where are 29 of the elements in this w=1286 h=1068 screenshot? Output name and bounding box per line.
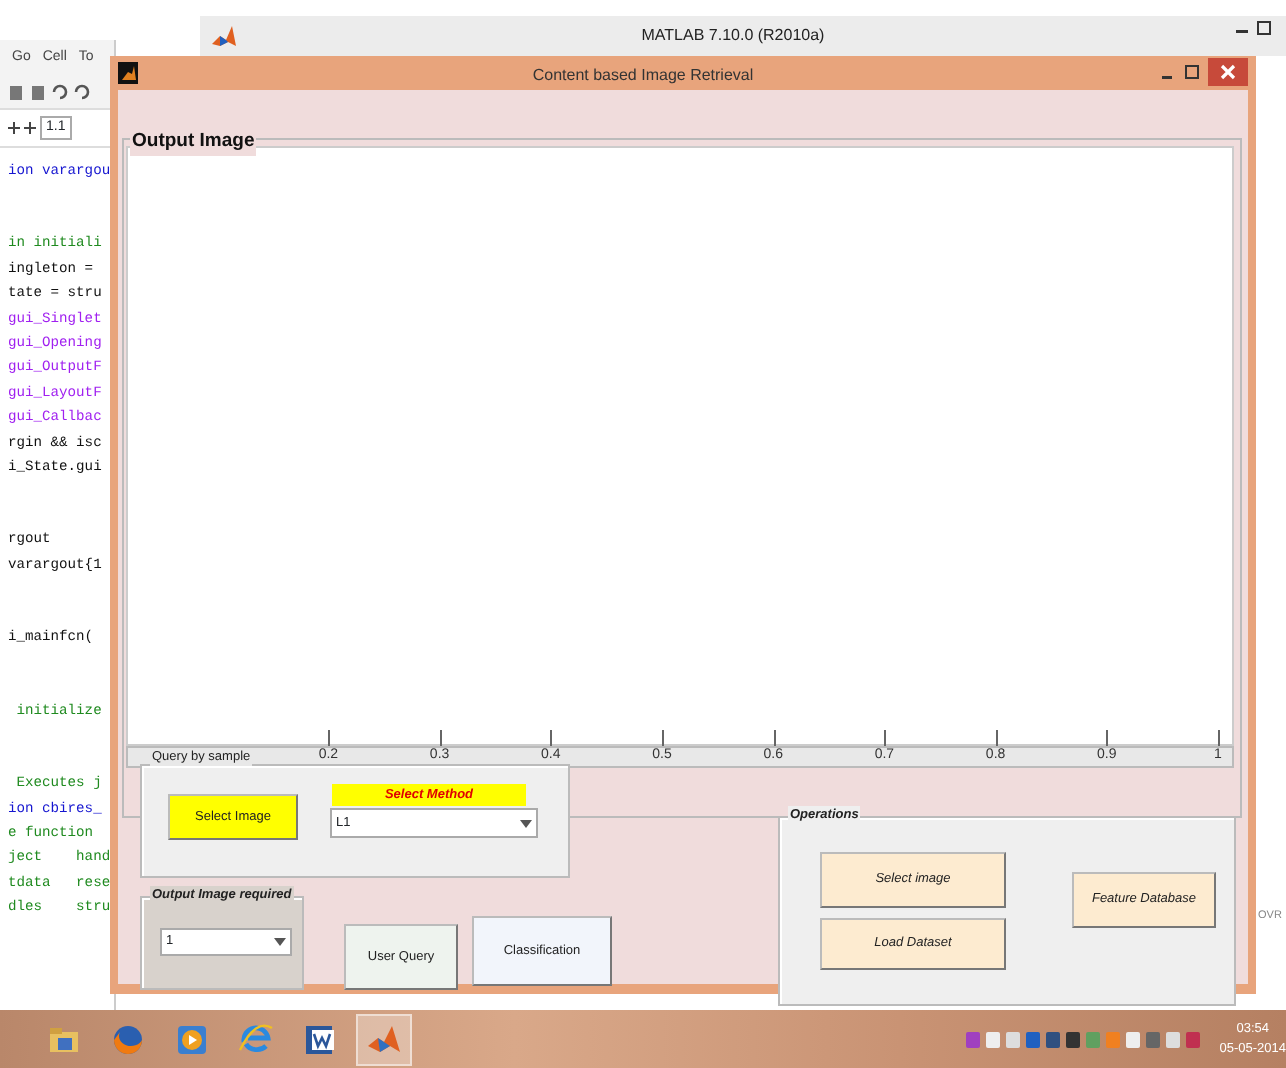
window-title: MATLAB 7.10.0 (R2010a)	[639, 24, 827, 48]
window-title: Content based Image Retrieval	[530, 64, 756, 88]
tick-mark	[550, 730, 553, 746]
play-icon	[174, 1021, 210, 1057]
tick-mark	[328, 730, 331, 746]
tick-mark	[773, 730, 776, 746]
caret-icon	[274, 936, 286, 948]
caret-icon	[520, 817, 532, 829]
undo-icon[interactable]	[52, 84, 68, 100]
browser-e-icon	[238, 1021, 274, 1057]
globe-icon	[110, 1021, 146, 1057]
tick-mark	[1218, 730, 1220, 746]
tick-mark	[1106, 730, 1109, 746]
plus-icon[interactable]	[24, 121, 36, 134]
redo-icon[interactable]	[74, 84, 90, 100]
document-icon	[302, 1021, 338, 1057]
tick-mark	[439, 730, 442, 746]
maximize-button[interactable]	[1184, 64, 1200, 80]
close-button[interactable]	[1208, 58, 1248, 86]
window-controls[interactable]	[1234, 20, 1274, 36]
tick-mark	[884, 730, 887, 746]
matlab-logo-icon	[118, 62, 138, 84]
tick-mark	[662, 730, 664, 746]
panel-title: Output Image	[130, 128, 257, 157]
plus-icon[interactable]	[8, 121, 20, 134]
taskbar-app[interactable]	[356, 1013, 412, 1065]
peak-icon	[366, 1021, 402, 1057]
matlab-logo-icon	[210, 24, 238, 48]
tick-mark	[995, 730, 998, 746]
